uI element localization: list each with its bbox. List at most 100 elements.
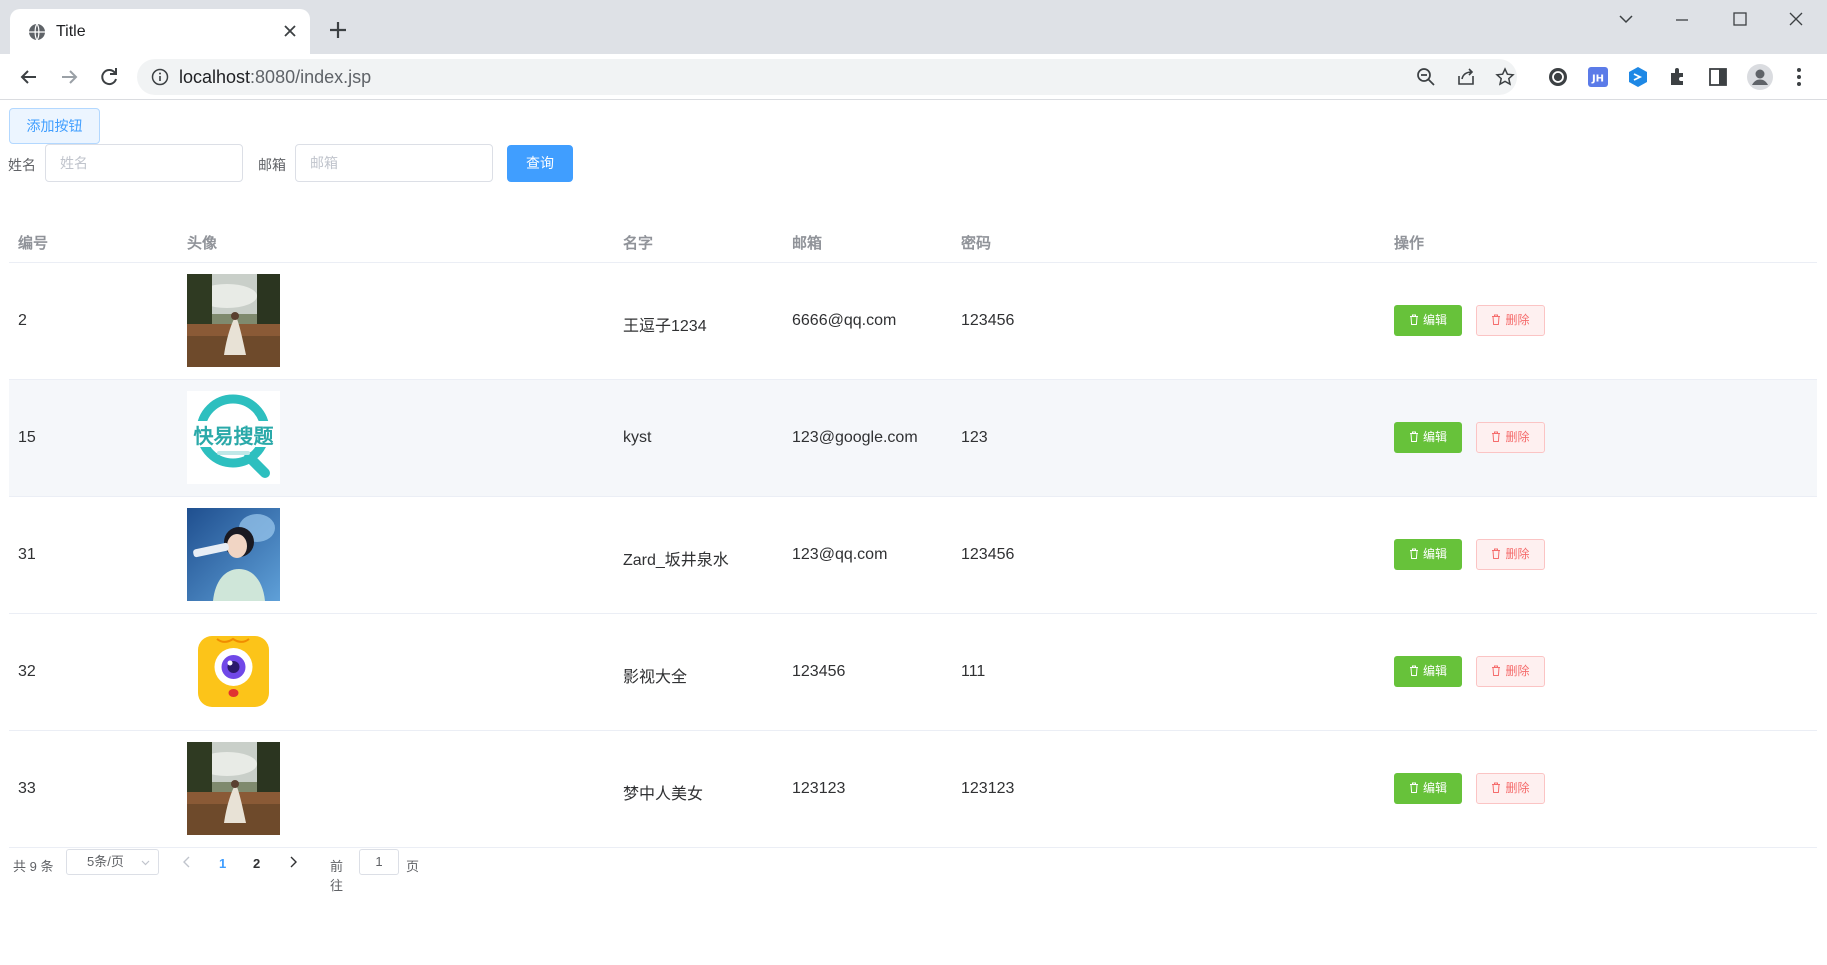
table-row: 2 王逗子1234 6666@qq.com 123456 编辑 删除 (9, 263, 1817, 380)
next-page-icon[interactable] (287, 855, 299, 869)
goto-page-input[interactable]: 1 (359, 849, 399, 875)
trash-icon (1409, 431, 1418, 442)
maximize-icon[interactable] (1725, 8, 1755, 32)
kuaiyi-sousuo-logo-image: 快易搜题 (187, 391, 280, 484)
edit-button[interactable]: 编辑 (1394, 773, 1462, 804)
cell-name: Zard_坂井泉水 (623, 552, 729, 569)
svg-text:JH: JH (1591, 74, 1604, 85)
column-header-id: 编号 (18, 235, 49, 252)
extension-3-icon[interactable] (1627, 66, 1649, 88)
cell-email: 123123 (792, 780, 846, 797)
close-tab-icon[interactable] (280, 21, 300, 41)
pagination-total: 共 9 条 (13, 859, 54, 874)
forward-icon[interactable] (56, 64, 82, 90)
share-icon[interactable] (1456, 67, 1476, 87)
page-number-2[interactable]: 2 (253, 856, 260, 871)
profile-avatar-icon[interactable] (1746, 63, 1774, 91)
column-header-avatar: 头像 (187, 235, 218, 252)
cell-name: 王逗子1234 (623, 318, 707, 335)
more-menu-icon[interactable] (1788, 66, 1810, 88)
browser-tab[interactable]: Title (10, 9, 310, 54)
address-bar[interactable]: localhost:8080/index.jsp (137, 59, 1517, 95)
svg-text:快易搜题: 快易搜题 (194, 424, 275, 448)
page-unit-label: 页 (406, 859, 420, 874)
back-icon[interactable] (16, 64, 42, 90)
avatar-image: 快易搜题 (187, 391, 280, 484)
singer-photo-image (187, 508, 280, 601)
landscape-photo-image (187, 742, 280, 835)
tab-search-chevron-icon[interactable] (1611, 8, 1641, 32)
trash-icon (1409, 314, 1418, 325)
table-header: 编号 头像 名字 邮箱 密码 操作 (9, 217, 1817, 263)
cell-password: 111 (961, 663, 986, 680)
browser-toolbar: localhost:8080/index.jsp JH (0, 54, 1827, 100)
globe-icon (29, 23, 45, 41)
cell-password: 123 (961, 429, 988, 446)
email-label: 邮箱 (258, 157, 286, 173)
new-tab-icon[interactable] (324, 16, 352, 44)
column-header-email: 邮箱 (792, 235, 823, 252)
column-header-actions: 操作 (1394, 235, 1425, 252)
name-label: 姓名 (8, 157, 36, 173)
cell-password: 123123 (961, 780, 1015, 797)
cell-password: 123456 (961, 312, 1015, 329)
edit-button[interactable]: 编辑 (1394, 305, 1462, 336)
page-number-1[interactable]: 1 (219, 856, 226, 871)
trash-icon (1492, 782, 1501, 793)
close-window-icon[interactable] (1781, 8, 1811, 32)
table-row: 33 梦中人美女 123123 123123 编辑 删除 (9, 731, 1817, 848)
minimize-icon[interactable] (1667, 8, 1697, 32)
trash-icon (1492, 548, 1501, 559)
cell-id: 2 (18, 312, 27, 329)
zoom-icon[interactable] (1416, 67, 1436, 87)
cell-email: 123@qq.com (792, 546, 888, 563)
cell-password: 123456 (961, 546, 1015, 563)
reload-icon[interactable] (96, 64, 122, 90)
landscape-photo-image (187, 274, 280, 367)
cell-email: 123456 (792, 663, 846, 680)
tab-title: Title (56, 23, 86, 40)
email-search-input[interactable]: 邮箱 (295, 144, 493, 182)
puzzle-icon[interactable] (1667, 66, 1689, 88)
trash-icon (1492, 314, 1501, 325)
cell-name: 影视大全 (623, 669, 688, 686)
edit-button[interactable]: 编辑 (1394, 539, 1462, 570)
tab-strip: Title (0, 0, 1827, 54)
avatar-image (187, 274, 280, 367)
chevron-down-icon (141, 860, 150, 866)
trash-icon (1409, 548, 1418, 559)
avatar-image (187, 742, 280, 835)
delete-button[interactable]: 删除 (1476, 656, 1545, 687)
query-button[interactable]: 查询 (507, 145, 573, 182)
delete-button[interactable]: 删除 (1476, 305, 1545, 336)
bookmark-star-icon[interactable] (1495, 67, 1515, 87)
jh-extension-icon[interactable]: JH (1587, 66, 1609, 88)
table-row: 32 影视大全 123456 111 编辑 删除 (9, 614, 1817, 731)
site-info-icon[interactable] (151, 68, 169, 86)
name-search-input[interactable]: 姓名 (45, 144, 243, 182)
cell-id: 32 (18, 663, 36, 680)
goto-label: 前往 (330, 859, 344, 893)
cell-name: kyst (623, 429, 652, 446)
prev-page-icon[interactable] (181, 855, 193, 869)
add-button[interactable]: 添加按钮 (9, 108, 100, 144)
cell-id: 15 (18, 429, 36, 446)
page-size-select[interactable]: 5条/页 (66, 849, 159, 875)
edit-button[interactable]: 编辑 (1394, 656, 1462, 687)
table-row: 31 Zard_坂井泉水 123@qq.com 123456 编辑 删除 (9, 497, 1817, 614)
avatar-image (187, 625, 280, 718)
delete-button[interactable]: 删除 (1476, 422, 1545, 453)
table-row: 15 快易搜题 kyst 123@google.com 123 编辑 删除 (9, 380, 1817, 497)
side-panel-icon[interactable] (1707, 66, 1729, 88)
yellow-eye-app-icon (198, 636, 269, 707)
delete-button[interactable]: 删除 (1476, 539, 1545, 570)
trash-icon (1492, 665, 1501, 676)
extension-1-icon[interactable] (1547, 66, 1569, 88)
cell-id: 31 (18, 546, 36, 563)
edit-button[interactable]: 编辑 (1394, 422, 1462, 453)
cell-name: 梦中人美女 (623, 786, 704, 803)
url-text: localhost:8080/index.jsp (179, 67, 372, 87)
delete-button[interactable]: 删除 (1476, 773, 1545, 804)
avatar-image (187, 508, 280, 601)
cell-id: 33 (18, 780, 36, 797)
